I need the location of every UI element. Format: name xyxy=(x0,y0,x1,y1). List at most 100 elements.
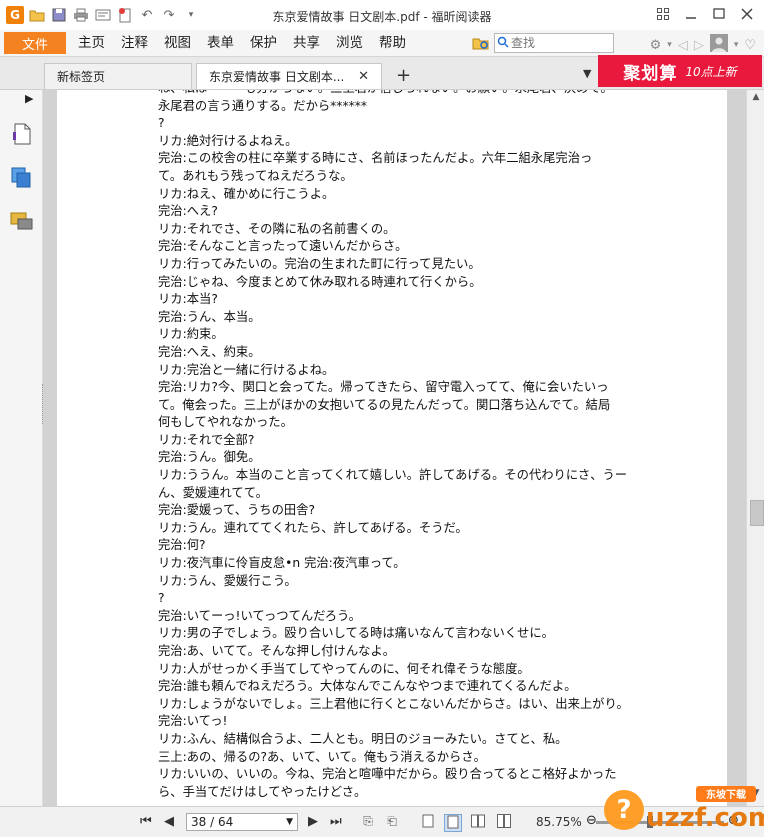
text-line: リカ:夜汽車に伶盲皮怠•n 完治:夜汽車って。 xyxy=(158,556,406,571)
tab-close-icon[interactable]: ✕ xyxy=(358,69,369,84)
menu-protect[interactable]: 保护 xyxy=(242,30,285,56)
tab-new-tab[interactable]: 新标签页 xyxy=(44,63,192,89)
comments-icon[interactable] xyxy=(10,210,34,234)
svg-text:uzzf.com: uzzf.com xyxy=(646,803,764,833)
menu-browse[interactable]: 浏览 xyxy=(328,30,371,56)
banner-main-text: 聚划算 xyxy=(623,63,678,84)
right-toolbar: ⚙ ▾ ◁ ▷ ▾ ♡ xyxy=(650,34,756,56)
text-line: て。あれもう残ってねえだろうな。 xyxy=(158,168,353,183)
text-line: ら、手当てだけはしてやったけどさ。 xyxy=(158,784,367,799)
text-line: リカ:ううん。本当のこと言ってくれて嬉しい。許してあげる。その代わりにさ、うー xyxy=(158,468,628,483)
text-line: 完治:いてっ! xyxy=(158,714,228,729)
user-avatar-icon[interactable] xyxy=(709,34,728,56)
text-line: 完治:うん。御免。 xyxy=(158,450,261,465)
text-line: リカ:しょうがないでしょ。三上君他に行くとこないんだからさ。はい、出来上がり。 xyxy=(158,696,629,711)
settings-dropdown-icon[interactable]: ▾ xyxy=(667,40,672,50)
text-line: ね、私は******も分からない。三上君が信じられない。お願い。永尾君、決めて。 xyxy=(158,90,658,98)
window-controls xyxy=(650,4,760,24)
search-icon xyxy=(495,36,511,51)
page-indicator: 38 / 64 xyxy=(191,815,234,829)
text-line: リカ:男の子でしょう。殴り合いしてる時は痛いなんて言わないくせに。 xyxy=(158,626,554,641)
continuous-facing-view-icon[interactable] xyxy=(496,814,512,830)
text-line: 完治:いてーっ!いてっつてんだろう。 xyxy=(158,608,361,623)
expand-panel-icon[interactable]: ▶ xyxy=(25,92,33,105)
continuous-view-icon[interactable] xyxy=(444,814,462,832)
add-tab-button[interactable]: + xyxy=(396,65,411,86)
page-dropdown-icon[interactable]: ▼ xyxy=(286,817,293,827)
text-line: 完治:この校舎の柱に卒業する時にさ、名前ほったんだよ。六年二組永尾完治っ xyxy=(158,151,593,166)
text-line: 完治:そんなこと言ったって遠いんだからさ。 xyxy=(158,239,408,254)
text-line: リカ:約束。 xyxy=(158,327,224,342)
text-line: ? xyxy=(158,591,165,606)
title-bar: G ↶ ↷ ▾ 东京爱情故事 日文剧本.pdf - 福昕阅读器 xyxy=(0,0,764,31)
text-line: リカ:ねえ、確かめに行こうよ。 xyxy=(158,186,335,201)
layers-icon[interactable] xyxy=(10,166,34,190)
text-line: 完治:あ、いてて。そんな押し付けんなよ。 xyxy=(158,644,396,658)
banner-sub-text: 10点上新 xyxy=(685,64,737,79)
promo-banner[interactable]: 聚划算 10点上新 xyxy=(598,55,762,87)
search-box xyxy=(494,33,614,53)
tab-document[interactable]: 东京爱情故事 日文剧本... ✕ xyxy=(196,63,382,89)
menu-view[interactable]: 视图 xyxy=(156,30,199,56)
user-dropdown-icon[interactable]: ▾ xyxy=(734,40,739,50)
find-folder-icon[interactable] xyxy=(472,34,490,52)
text-line: 完治:何? xyxy=(158,538,206,553)
text-line: 完治:誰も頼んでねえだろう。大体なんでこんなやつまで連れてくるんだよ。 xyxy=(158,679,577,694)
search-area xyxy=(472,33,614,53)
text-line: リカ:うん。連れててくれたら、許してあげる。そうだ。 xyxy=(158,520,468,535)
text-line: リカ:うん、愛媛行こう。 xyxy=(158,573,297,588)
menu-home[interactable]: 主页 xyxy=(70,30,113,56)
menu-share[interactable]: 共享 xyxy=(285,30,328,56)
text-line: 完治:うん、本当。 xyxy=(158,309,261,324)
maximize-icon[interactable] xyxy=(706,4,732,24)
menu-items: 主页 注释 视图 表单 保护 共享 浏览 帮助 xyxy=(70,30,414,56)
text-line: 三上:あの、帰るの?あ、いて、いて。俺もう消えるからさ。 xyxy=(158,749,486,764)
facing-view-icon[interactable] xyxy=(470,814,486,830)
menu-help[interactable]: 帮助 xyxy=(371,30,414,56)
foxit-reader-window: G ↶ ↷ ▾ 东京爱情故事 日文剧本.pdf - 福昕阅读器 文件 主页 注释… xyxy=(0,0,764,837)
text-line: ん、愛媛連れてて。 xyxy=(158,485,268,500)
previous-view-icon[interactable]: ⎘ xyxy=(360,814,376,830)
ribbon-menu-bar: 文件 主页 注释 视图 表单 保护 共享 浏览 帮助 ⚙ ▾ ◁ xyxy=(0,30,764,57)
tab-list-dropdown-icon[interactable]: ▼ xyxy=(583,67,591,80)
scroll-up-arrow-icon[interactable]: ▲ xyxy=(747,92,764,108)
forward-icon[interactable]: ▷ xyxy=(694,38,704,53)
text-line: 完治:リカ?今、関口と会ってた。帰ってきたら、留守電入ってて、俺に会いたいっ xyxy=(158,380,609,395)
page-thumbnails-icon[interactable] xyxy=(10,122,34,146)
text-line: 完治:へえ? xyxy=(158,204,218,219)
document-view[interactable]: ね、私は******も分からない。三上君が信じられない。お願い。永尾君、決めて。… xyxy=(43,90,746,806)
pdf-page: ね、私は******も分からない。三上君が信じられない。お願い。永尾君、決めて。… xyxy=(57,90,727,806)
settings-gear-icon[interactable]: ⚙ xyxy=(650,38,662,53)
single-page-view-icon[interactable] xyxy=(420,814,436,830)
navigation-panel: ▶ xyxy=(0,90,43,806)
scroll-thumb[interactable] xyxy=(750,500,764,526)
menu-form[interactable]: 表单 xyxy=(199,30,242,56)
menu-comment[interactable]: 注释 xyxy=(113,30,156,56)
minimize-icon[interactable] xyxy=(678,4,704,24)
svg-text:?: ? xyxy=(616,795,631,825)
text-line: 完治:じゃね、今度まとめて休み取れる時連れて行くから。 xyxy=(158,274,482,289)
next-page-icon[interactable]: ▶ xyxy=(308,814,318,829)
page-number-input[interactable]: 38 / 64 ▼ xyxy=(186,813,298,831)
text-line: リカ:本当? xyxy=(158,292,218,307)
text-line: リカ:行ってみたいの。完治の生まれた町に行って見たい。 xyxy=(158,256,481,271)
tab-label: 新标签页 xyxy=(57,70,106,84)
file-menu-button[interactable]: 文件 xyxy=(4,32,66,54)
next-view-icon[interactable]: ⎗ xyxy=(384,814,400,830)
layout-icon[interactable] xyxy=(650,4,676,24)
text-line: リカ:それでさ、その隣に私の名前書くの。 xyxy=(158,221,396,236)
back-icon[interactable]: ◁ xyxy=(678,38,688,53)
last-page-icon[interactable]: ⏭ xyxy=(330,814,342,829)
previous-page-icon[interactable]: ◀ xyxy=(164,814,174,829)
text-line: 何もしてやれなかった。 xyxy=(158,415,293,430)
close-icon[interactable] xyxy=(734,4,760,24)
text-line: リカ:いいの、いいの。今ね、完治と喧嘩中だから。殴り合ってるとこ格好よかった xyxy=(158,767,617,782)
first-page-icon[interactable]: ⏮ xyxy=(140,814,152,829)
favorite-heart-icon[interactable]: ♡ xyxy=(744,38,756,53)
vertical-scrollbar[interactable]: ▲ ▼ xyxy=(746,90,764,806)
page-text: ね、私は******も分からない。三上君が信じられない。お願い。永尾君、決めて。… xyxy=(158,90,658,801)
text-line: リカ:完治と一緒に行けるよね。 xyxy=(158,362,335,377)
text-line: 完治:愛媛って、うちの田舎? xyxy=(158,503,316,518)
text-line: リカ:それで全部? xyxy=(158,432,255,447)
search-input[interactable] xyxy=(511,35,609,51)
